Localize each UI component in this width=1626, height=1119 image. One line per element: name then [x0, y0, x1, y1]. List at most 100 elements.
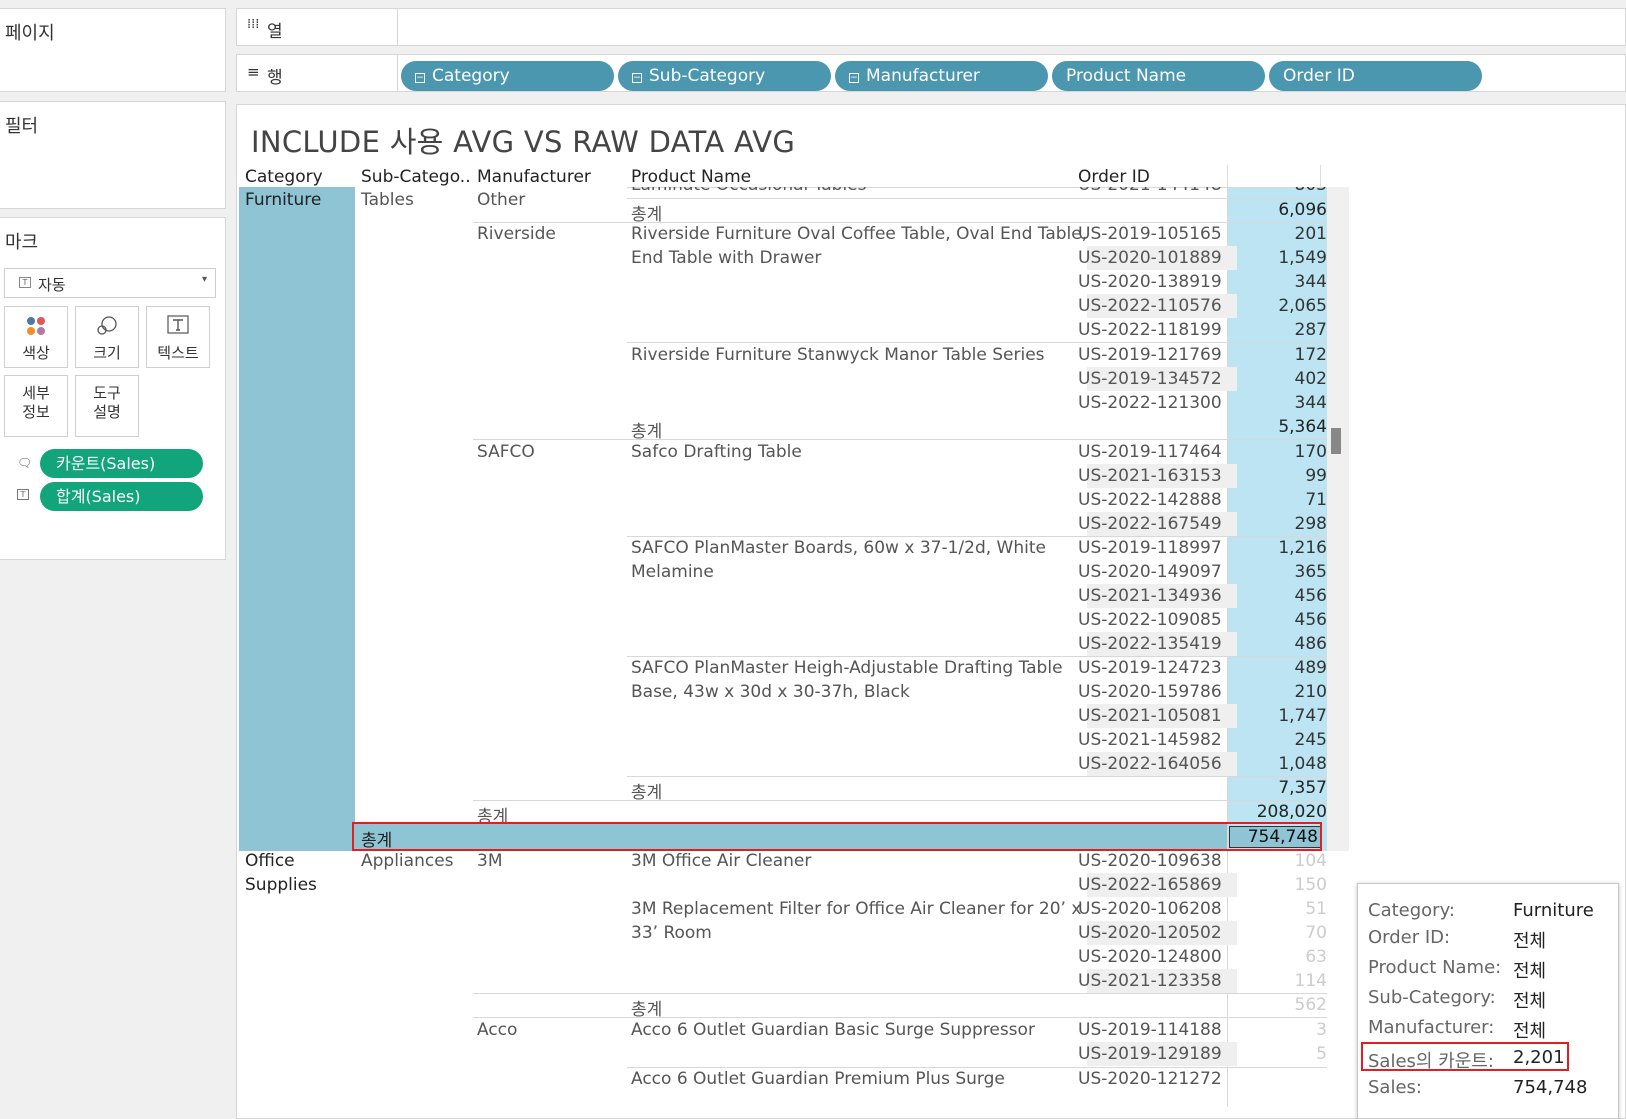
count-sales-pill[interactable]: 카운트(Sales) [40, 449, 203, 478]
detail-button[interactable]: 세부 정보 [4, 375, 68, 437]
sales-value[interactable]: 5 [1237, 1044, 1327, 1064]
order-id[interactable]: US-2022-135419 [1078, 634, 1222, 654]
order-id[interactable]: US-2022-165869 [1078, 875, 1222, 895]
mark-type-dropdown[interactable]: T 자동 ▾ [4, 268, 216, 298]
sales-value[interactable]: 365 [1237, 562, 1327, 582]
order-id[interactable]: US-2022-121300 [1078, 393, 1222, 413]
pages-panel[interactable]: 페이지 [0, 8, 226, 92]
order-id[interactable]: US-2022-118199 [1078, 320, 1222, 340]
manufacturer-other[interactable]: Other [477, 190, 525, 210]
pill-manufacturer[interactable]: − Manufacturer [835, 61, 1048, 91]
order-id[interactable]: US-2022-110576 [1078, 296, 1222, 316]
subcategory-tables[interactable]: Tables [361, 190, 414, 210]
sales-value[interactable]: 344 [1237, 393, 1327, 413]
header-product-name[interactable]: Product Name [631, 167, 751, 187]
scrollbar-thumb[interactable] [1331, 428, 1341, 454]
order-id[interactable]: US-2019-118997 [1078, 538, 1222, 558]
sales-value[interactable]: 70 [1237, 923, 1327, 943]
manufacturer-acco[interactable]: Acco [477, 1020, 517, 1040]
sales-value[interactable]: 456 [1237, 610, 1327, 630]
order-id[interactable]: US-2019-124723 [1078, 658, 1222, 678]
sales-value[interactable]: 486 [1237, 634, 1327, 654]
order-id[interactable]: US-2020-138919 [1078, 272, 1222, 292]
sales-value[interactable]: 245 [1237, 730, 1327, 750]
category-furniture[interactable]: Furniture [245, 190, 321, 210]
sum-sales-pill[interactable]: 합계(Sales) [40, 482, 203, 511]
tooltip-button[interactable]: 도구 설명 [75, 375, 139, 437]
sales-value[interactable]: 1,048 [1237, 754, 1327, 774]
order-id[interactable]: US-2020-149097 [1078, 562, 1222, 582]
sales-value[interactable]: 1,216 [1237, 538, 1327, 558]
sales-value[interactable]: 201 [1237, 224, 1327, 244]
order-id[interactable]: US-2020-120502 [1078, 923, 1222, 943]
order-id[interactable]: US-2020-124800 [1078, 947, 1222, 967]
order-id[interactable]: US-2021-105081 [1078, 706, 1222, 726]
order-id[interactable]: US-2020-109638 [1078, 851, 1222, 871]
sales-value[interactable]: 172 [1237, 345, 1327, 365]
sales-value[interactable]: 170 [1237, 442, 1327, 462]
product-name[interactable]: SAFCO PlanMaster Boards, 60w x 37-1/2d, … [631, 538, 1046, 558]
product-name[interactable]: SAFCO PlanMaster Heigh-Adjustable Drafti… [631, 658, 1063, 678]
order-id[interactable]: US-2021-163153 [1078, 466, 1222, 486]
size-button[interactable]: 크기 [75, 306, 139, 368]
order-id[interactable]: US-2021-145982 [1078, 730, 1222, 750]
sales-value[interactable]: 298 [1237, 514, 1327, 534]
sales-value[interactable]: 1,549 [1237, 248, 1327, 268]
pill-sub-category[interactable]: − Sub-Category [618, 61, 831, 91]
order-id[interactable]: US-2022-142888 [1078, 490, 1222, 510]
pill-order-id[interactable]: Order ID [1269, 61, 1482, 91]
order-id[interactable]: US-2020-106208 [1078, 899, 1222, 919]
pill-category[interactable]: − Category [401, 61, 614, 91]
manufacturer-safco[interactable]: SAFCO [477, 442, 535, 462]
header-order-id[interactable]: Order ID [1078, 167, 1150, 187]
columns-shelf[interactable]: ⁞⁞⁞ 열 [236, 8, 1626, 46]
sales-value[interactable]: 99 [1237, 466, 1327, 486]
sales-value[interactable]: 51 [1237, 899, 1327, 919]
order-id[interactable]: US-2019-134572 [1078, 369, 1222, 389]
product-name[interactable]: Safco Drafting Table [631, 442, 802, 462]
pill-product-name[interactable]: Product Name [1052, 61, 1265, 91]
manufacturer-3m[interactable]: 3M [477, 851, 502, 871]
order-id[interactable]: US-2020-101889 [1078, 248, 1222, 268]
product-name[interactable]: Riverside Furniture Oval Coffee Table, O… [631, 224, 1087, 244]
sales-value[interactable]: 104 [1237, 851, 1327, 871]
header-sub-category[interactable]: Sub-Catego.. [361, 167, 471, 187]
order-id[interactable]: US-2022-109085 [1078, 610, 1222, 630]
sales-value[interactable]: 456 [1237, 586, 1327, 606]
order-id[interactable]: US-2020-159786 [1078, 682, 1222, 702]
sales-value[interactable]: 489 [1237, 658, 1327, 678]
header-category[interactable]: Category [245, 167, 323, 187]
order-id[interactable]: US-2020-121272 [1078, 1069, 1222, 1089]
sales-value[interactable]: 402 [1237, 369, 1327, 389]
sales-value[interactable]: 71 [1237, 490, 1327, 510]
color-button[interactable]: 색상 [4, 306, 68, 368]
sales-value[interactable]: 150 [1237, 875, 1327, 895]
sales-value[interactable]: 210 [1237, 682, 1327, 702]
order-id[interactable]: US-2019-117464 [1078, 442, 1222, 462]
sales-value[interactable]: 1,747 [1237, 706, 1327, 726]
sales-value[interactable]: 344 [1237, 272, 1327, 292]
manufacturer-riverside[interactable]: Riverside [477, 224, 556, 244]
category-office-supplies-line1[interactable]: Office [245, 851, 295, 871]
text-button[interactable]: 텍스트 [146, 306, 210, 368]
subcategory-appliances[interactable]: Appliances [361, 851, 454, 871]
sales-value[interactable]: 114 [1237, 971, 1327, 991]
order-id[interactable]: US-2022-167549 [1078, 514, 1222, 534]
order-id[interactable]: US-2019-121769 [1078, 345, 1222, 365]
order-id[interactable]: US-2021-123358 [1078, 971, 1222, 991]
order-id[interactable]: US-2019-105165 [1078, 224, 1222, 244]
rows-shelf[interactable]: ≡ 행 − Category − Sub-Category − Manufacture… [236, 54, 1626, 92]
product-name[interactable]: 3M Replacement Filter for Office Air Cle… [631, 899, 1081, 919]
sales-value[interactable]: 63 [1237, 947, 1327, 967]
order-id[interactable]: US-2019-129189 [1078, 1044, 1222, 1064]
product-name[interactable]: Acco 6 Outlet Guardian Premium Plus Surg… [631, 1069, 1005, 1089]
sales-value[interactable]: 287 [1237, 320, 1327, 340]
product-name[interactable]: 3M Office Air Cleaner [631, 851, 811, 871]
view-scrollbar[interactable] [1327, 187, 1349, 851]
order-id[interactable]: US-2021-134936 [1078, 586, 1222, 606]
order-id[interactable]: US-2022-164056 [1078, 754, 1222, 774]
sales-value[interactable]: 2,065 [1237, 296, 1327, 316]
header-manufacturer[interactable]: Manufacturer [477, 167, 591, 187]
filters-panel[interactable]: 필터 [0, 101, 226, 209]
order-id[interactable]: US-2019-114188 [1078, 1020, 1222, 1040]
